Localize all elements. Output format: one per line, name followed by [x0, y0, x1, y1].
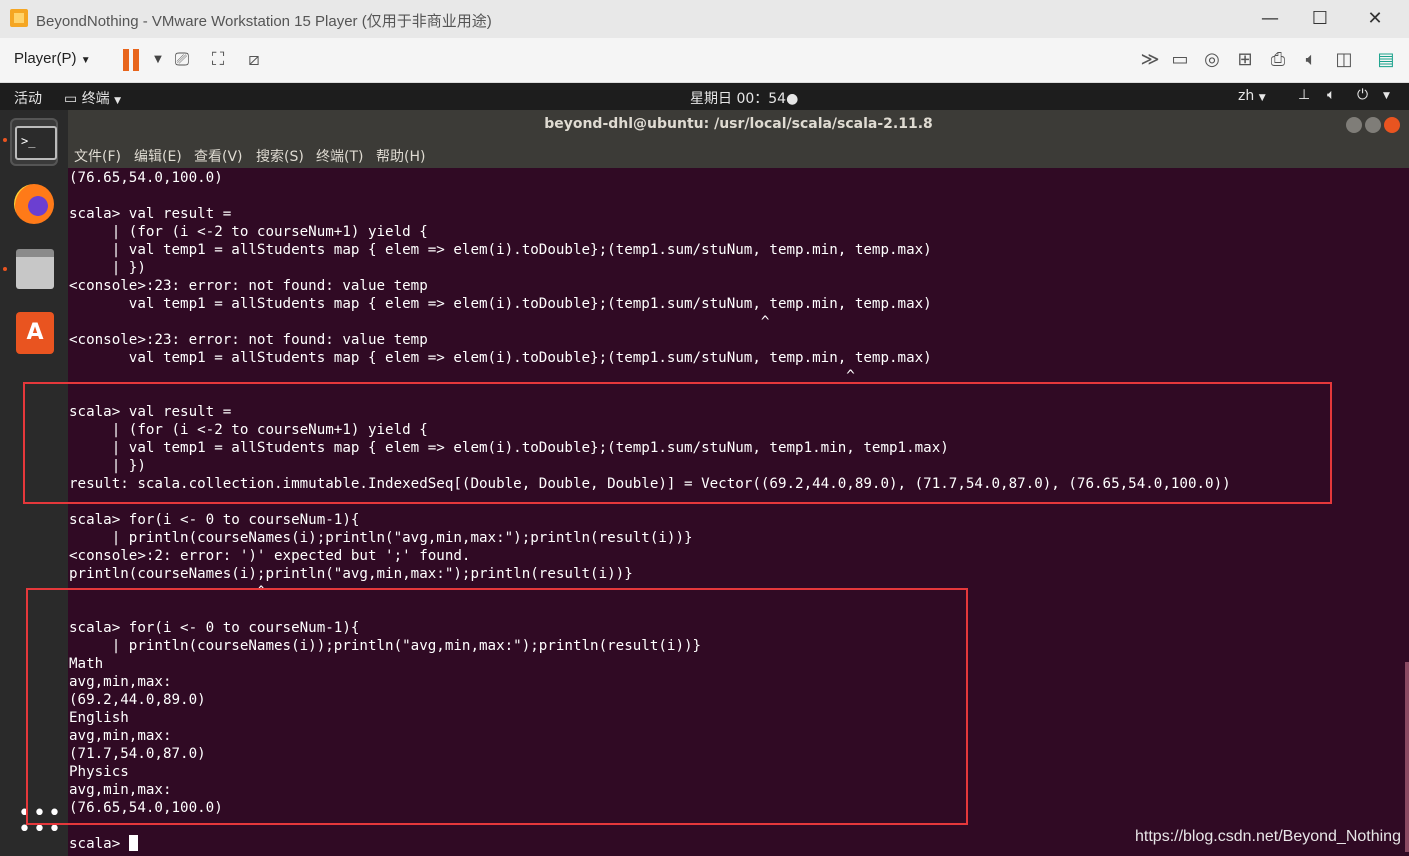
terminal-maximize-button[interactable]	[1365, 117, 1381, 133]
notes-icon[interactable]: ▤	[1374, 48, 1398, 72]
notification-dot-icon: ●	[786, 91, 799, 107]
show-applications-icon[interactable]: ••• •••	[18, 803, 61, 841]
vmware-titlebar: BeyondNothing - VMware Workstation 15 Pl…	[0, 0, 1409, 38]
software-center-icon: A	[16, 312, 54, 354]
vmware-toolbar: Player(P) ▼ ▼ ⎚ ⛶ ⧄ ≫ ▭ ◎ ⊞ ⎙ 🔈︎ ◫ ▤	[0, 38, 1409, 83]
terminal-body[interactable]: (76.65,54.0,100.0) scala> val result = |…	[68, 168, 1409, 856]
watermark: https://blog.csdn.net/Beyond_Nothing	[1135, 828, 1401, 845]
pause-icon[interactable]	[120, 48, 144, 72]
pause-dropdown-icon[interactable]: ▼	[146, 48, 170, 72]
terminal-small-icon: ▭	[64, 91, 78, 107]
menu-edit[interactable]: 编辑(E)	[134, 146, 182, 166]
dock-firefox-icon[interactable]	[10, 180, 58, 228]
hard-disk-icon[interactable]: ▭	[1168, 48, 1192, 72]
send-ctrl-alt-del-icon[interactable]: ⎚	[170, 48, 194, 72]
input-language[interactable]: zh ▼	[1238, 88, 1266, 104]
dock-software-icon[interactable]: A	[10, 310, 58, 358]
terminal-menubar: 文件(F) 编辑(E) 查看(V) 搜索(S) 终端(T) 帮助(H)	[68, 140, 1409, 168]
player-menu[interactable]: Player(P) ▼	[14, 50, 91, 67]
minimize-button[interactable]: —	[1245, 0, 1295, 38]
menu-terminal[interactable]: 终端(T)	[316, 146, 363, 166]
terminal-close-button[interactable]	[1384, 117, 1400, 133]
printer-icon[interactable]: ⎙	[1266, 48, 1290, 72]
language-label: zh	[1238, 88, 1255, 104]
files-icon	[16, 249, 54, 289]
dock-terminal-icon[interactable]: >_	[10, 118, 58, 166]
sound-icon[interactable]: 🔈︎	[1299, 48, 1323, 72]
menu-search[interactable]: 搜索(S)	[256, 146, 304, 166]
chevron-down-icon[interactable]: ▼	[1383, 91, 1390, 101]
terminal-title: beyond-dhl@ubuntu: /usr/local/scala/scal…	[544, 116, 933, 132]
power-tray-icon[interactable]: ⏻	[1357, 87, 1368, 103]
activities-button[interactable]: 活动	[14, 88, 42, 108]
camera-icon[interactable]: ◫	[1332, 48, 1356, 72]
app-menu[interactable]: ▭ 终端 ▼	[64, 88, 121, 108]
window-title: BeyondNothing - VMware Workstation 15 Pl…	[36, 13, 492, 30]
dock-files-icon[interactable]	[10, 245, 58, 293]
terminal-minimize-button[interactable]	[1346, 117, 1362, 133]
close-button[interactable]: ✕	[1350, 0, 1400, 38]
menu-view[interactable]: 查看(V)	[194, 146, 243, 166]
running-indicator	[3, 267, 7, 271]
unity-icon[interactable]: ⧄	[242, 48, 266, 72]
ubuntu-dock: >_ A ••• •••	[0, 110, 68, 856]
chevron-down-icon: ▼	[114, 96, 122, 106]
maximize-button[interactable]: ☐	[1295, 0, 1345, 38]
text-cursor	[128, 835, 138, 851]
firefox-icon	[14, 184, 54, 224]
terminal-output: (76.65,54.0,100.0) scala> val result = |…	[69, 169, 1231, 853]
app-menu-label: 终端	[81, 91, 110, 107]
terminal-titlebar: beyond-dhl@ubuntu: /usr/local/scala/scal…	[68, 110, 1409, 140]
terminal-prompt: scala>	[69, 836, 129, 852]
player-menu-label: Player(P)	[14, 50, 77, 67]
clock[interactable]: 星期日 00：54●	[690, 88, 798, 108]
terminal-scrollbar[interactable]	[1405, 662, 1409, 852]
volume-tray-icon[interactable]: 🔈︎	[1327, 87, 1335, 103]
cd-icon[interactable]: ◎	[1200, 48, 1224, 72]
menu-file[interactable]: 文件(F)	[74, 146, 121, 166]
vmware-logo-icon	[10, 9, 28, 27]
running-indicator	[3, 138, 7, 142]
chevron-down-icon: ▼	[1258, 93, 1266, 103]
ubuntu-topbar: 活动 ▭ 终端 ▼ 星期日 00：54● zh ▼ ⊥ 🔈︎ ⏻ ▼	[0, 83, 1409, 110]
terminal-app-icon: >_	[15, 126, 57, 160]
chevron-down-icon: ▼	[80, 55, 91, 66]
clock-label: 星期日 00：54	[690, 91, 787, 107]
forward-icon[interactable]: ≫	[1138, 48, 1162, 72]
menu-help[interactable]: 帮助(H)	[376, 146, 425, 166]
fullscreen-icon[interactable]: ⛶	[206, 48, 230, 72]
network-icon[interactable]: ⊞	[1233, 48, 1257, 72]
terminal-history: (76.65,54.0,100.0) scala> val result = |…	[69, 170, 1231, 816]
network-tray-icon[interactable]: ⊥	[1298, 87, 1310, 103]
